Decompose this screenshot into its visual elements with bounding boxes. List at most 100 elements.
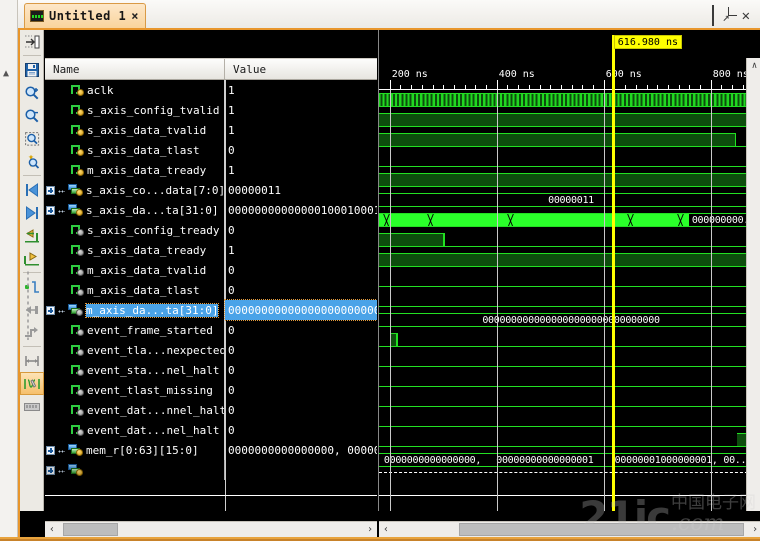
wave-scroll-track[interactable] — [393, 522, 748, 537]
table-row[interactable] — [45, 460, 377, 480]
signal-value-cell: 1 — [228, 83, 235, 97]
signal-name-label: m_axis_data_tvalid — [87, 263, 207, 277]
waveform-viewer-window: ▲ Untitled 1 × ✕ Name Value aclk 1 s_axi… — [0, 0, 760, 541]
waveform-horizontal-scrollbar[interactable]: ‹ › — [379, 521, 760, 537]
signal-name-cell[interactable]: s_axis_data_tready — [45, 240, 225, 260]
signal-name-cell[interactable]: event_dat...nel_halt — [45, 420, 225, 440]
waveform-canvas[interactable]: 200 ns 400 ns 600 ns 800 ns 616.980 ns 0000… — [378, 30, 760, 511]
tab-untitled-1[interactable]: Untitled 1 × — [24, 3, 147, 28]
expand-icon[interactable] — [46, 205, 55, 215]
vertical-scroll-track[interactable] — [747, 74, 760, 511]
bus-value-label: 0000000000000000000000000000000 — [482, 315, 660, 326]
vertical-scrollbar[interactable]: ∧ — [746, 58, 760, 511]
table-row[interactable]: m_axis_data_tlast 0 — [45, 280, 377, 300]
table-row[interactable]: aclk 1 — [45, 80, 377, 100]
cursor-time-label: 616.980 ns — [613, 35, 682, 49]
signal-low-level — [379, 285, 760, 287]
previous-transition-icon[interactable] — [20, 224, 44, 247]
signal-name-cell[interactable]: aclk — [45, 80, 225, 100]
table-row[interactable]: event_dat...nel_halt 0 — [45, 420, 377, 440]
table-row[interactable]: s_axis_data_tvalid 1 — [45, 120, 377, 140]
signal-name-cell[interactable]: event_tla...nexpected — [45, 340, 225, 360]
names-horizontal-scrollbar[interactable]: ‹ › — [45, 521, 377, 537]
expand-icon[interactable] — [46, 445, 55, 455]
table-header: Name Value — [45, 58, 377, 80]
signal-name-cell[interactable]: event_frame_started — [45, 320, 225, 340]
add-marker-icon[interactable] — [20, 275, 44, 298]
floating-ruler-icon[interactable] — [20, 372, 44, 395]
signal-name-cell[interactable]: s_axis_config_tready — [45, 220, 225, 240]
snap-to-transition-icon[interactable] — [20, 349, 44, 372]
expand-icon[interactable] — [46, 465, 55, 475]
table-row[interactable]: s_axis_co...data[7:0] 00000011 — [45, 180, 377, 200]
signal-name-cell[interactable]: m_axis_data_tready — [45, 160, 225, 180]
go-to-item-icon[interactable] — [20, 30, 44, 53]
table-row[interactable]: s_axis_da...ta[31:0] 00000000000000100010… — [45, 200, 377, 220]
table-row[interactable]: m_axis_data_tready 1 — [45, 160, 377, 180]
tab-bar: Untitled 1 × ✕ — [18, 0, 760, 30]
expand-icon[interactable] — [46, 185, 55, 195]
next-transition-icon[interactable] — [20, 247, 44, 270]
zoom-out-icon[interactable] — [20, 104, 44, 127]
wave-scroll-left-button[interactable]: ‹ — [379, 522, 393, 537]
signal-name-cell[interactable]: event_tlast_missing — [45, 380, 225, 400]
save-icon[interactable] — [20, 58, 44, 81]
zoom-in-icon[interactable] — [20, 81, 44, 104]
scroll-left-button[interactable]: ‹ — [45, 522, 59, 537]
time-ruler[interactable]: 200 ns 400 ns 600 ns 800 ns — [379, 58, 760, 90]
column-header-name[interactable]: Name — [45, 59, 225, 79]
table-row[interactable]: event_frame_started 0 — [45, 320, 377, 340]
signal-name-cell[interactable]: m_axis_data_tlast — [45, 280, 225, 300]
table-row[interactable]: event_dat...nnel_halt 0 — [45, 400, 377, 420]
previous-marker-icon[interactable] — [20, 298, 44, 321]
zoom-to-cursor-icon[interactable] — [20, 150, 44, 173]
bus-transition-marker — [507, 214, 513, 226]
table-row[interactable]: s_axis_config_tready 0 — [45, 220, 377, 240]
close-icon[interactable]: × — [131, 10, 138, 22]
signal-name-cell[interactable]: s_axis_da...ta[31:0] — [45, 200, 225, 220]
signal-name-cell[interactable] — [45, 460, 225, 480]
table-row[interactable]: m_axis_da...ta[31:0] 00000000000000000000… — [45, 299, 377, 321]
table-row[interactable]: s_axis_config_tvalid 1 — [45, 100, 377, 120]
go-to-end-icon[interactable] — [20, 201, 44, 224]
waveform-icon — [30, 10, 44, 22]
wave-scroll-right-button[interactable]: › — [748, 522, 760, 537]
scroll-right-button[interactable]: › — [363, 522, 377, 537]
next-marker-icon[interactable] — [20, 321, 44, 344]
restore-button[interactable] — [711, 5, 714, 26]
table-row[interactable]: event_tla...nexpected 0 — [45, 340, 377, 360]
signal-name-cell[interactable]: m_axis_da...ta[31:0] — [45, 300, 225, 320]
scroll-up-button[interactable]: ∧ — [747, 58, 760, 74]
signal-name-cell[interactable]: event_dat...nnel_halt — [45, 400, 225, 420]
column-header-value[interactable]: Value — [225, 59, 377, 79]
bus-waveform — [379, 213, 690, 227]
wave-scroll-thumb[interactable] — [459, 523, 744, 536]
signal-name-cell[interactable]: event_sta...nel_halt — [45, 360, 225, 380]
show-ruler-icon[interactable] — [20, 395, 44, 418]
zoom-fit-icon[interactable] — [20, 127, 44, 150]
names-scroll-thumb[interactable] — [63, 523, 118, 536]
signal-name-label: m_axis_da...ta[31:0] — [84, 302, 220, 318]
go-to-start-icon[interactable] — [20, 178, 44, 201]
table-row[interactable]: mem_r[0:63][15:0] 0000000000000000, 00000… — [45, 440, 377, 460]
table-row[interactable]: s_axis_data_tlast 0 — [45, 140, 377, 160]
signal-name-cell[interactable]: s_axis_data_tlast — [45, 140, 225, 160]
expand-panel-caret-icon[interactable]: ▲ — [3, 68, 9, 79]
signal-name-cell[interactable]: s_axis_config_tvalid — [45, 100, 225, 120]
signal-low-level — [379, 305, 760, 307]
table-row[interactable]: m_axis_data_tvalid 0 — [45, 260, 377, 280]
signal-name-cell[interactable]: s_axis_co...data[7:0] — [45, 180, 225, 200]
signal-name-label: s_axis_config_tvalid — [87, 103, 220, 117]
signal-name-cell[interactable]: mem_r[0:63][15:0] — [45, 440, 225, 460]
names-scroll-track[interactable] — [59, 522, 363, 537]
panel-splitter-handle[interactable] — [26, 270, 31, 340]
close-window-button[interactable]: ✕ — [742, 9, 750, 23]
signal-name-cell[interactable]: m_axis_data_tvalid — [45, 260, 225, 280]
table-row[interactable]: event_tlast_missing 0 — [45, 380, 377, 400]
cursor-line[interactable] — [611, 35, 615, 511]
window-controls: ✕ — [711, 5, 750, 26]
table-row[interactable]: s_axis_data_tready 1 — [45, 240, 377, 260]
signal-name-cell[interactable]: s_axis_data_tvalid — [45, 120, 225, 140]
expand-icon[interactable] — [46, 305, 55, 315]
table-row[interactable]: event_sta...nel_halt 0 — [45, 360, 377, 380]
